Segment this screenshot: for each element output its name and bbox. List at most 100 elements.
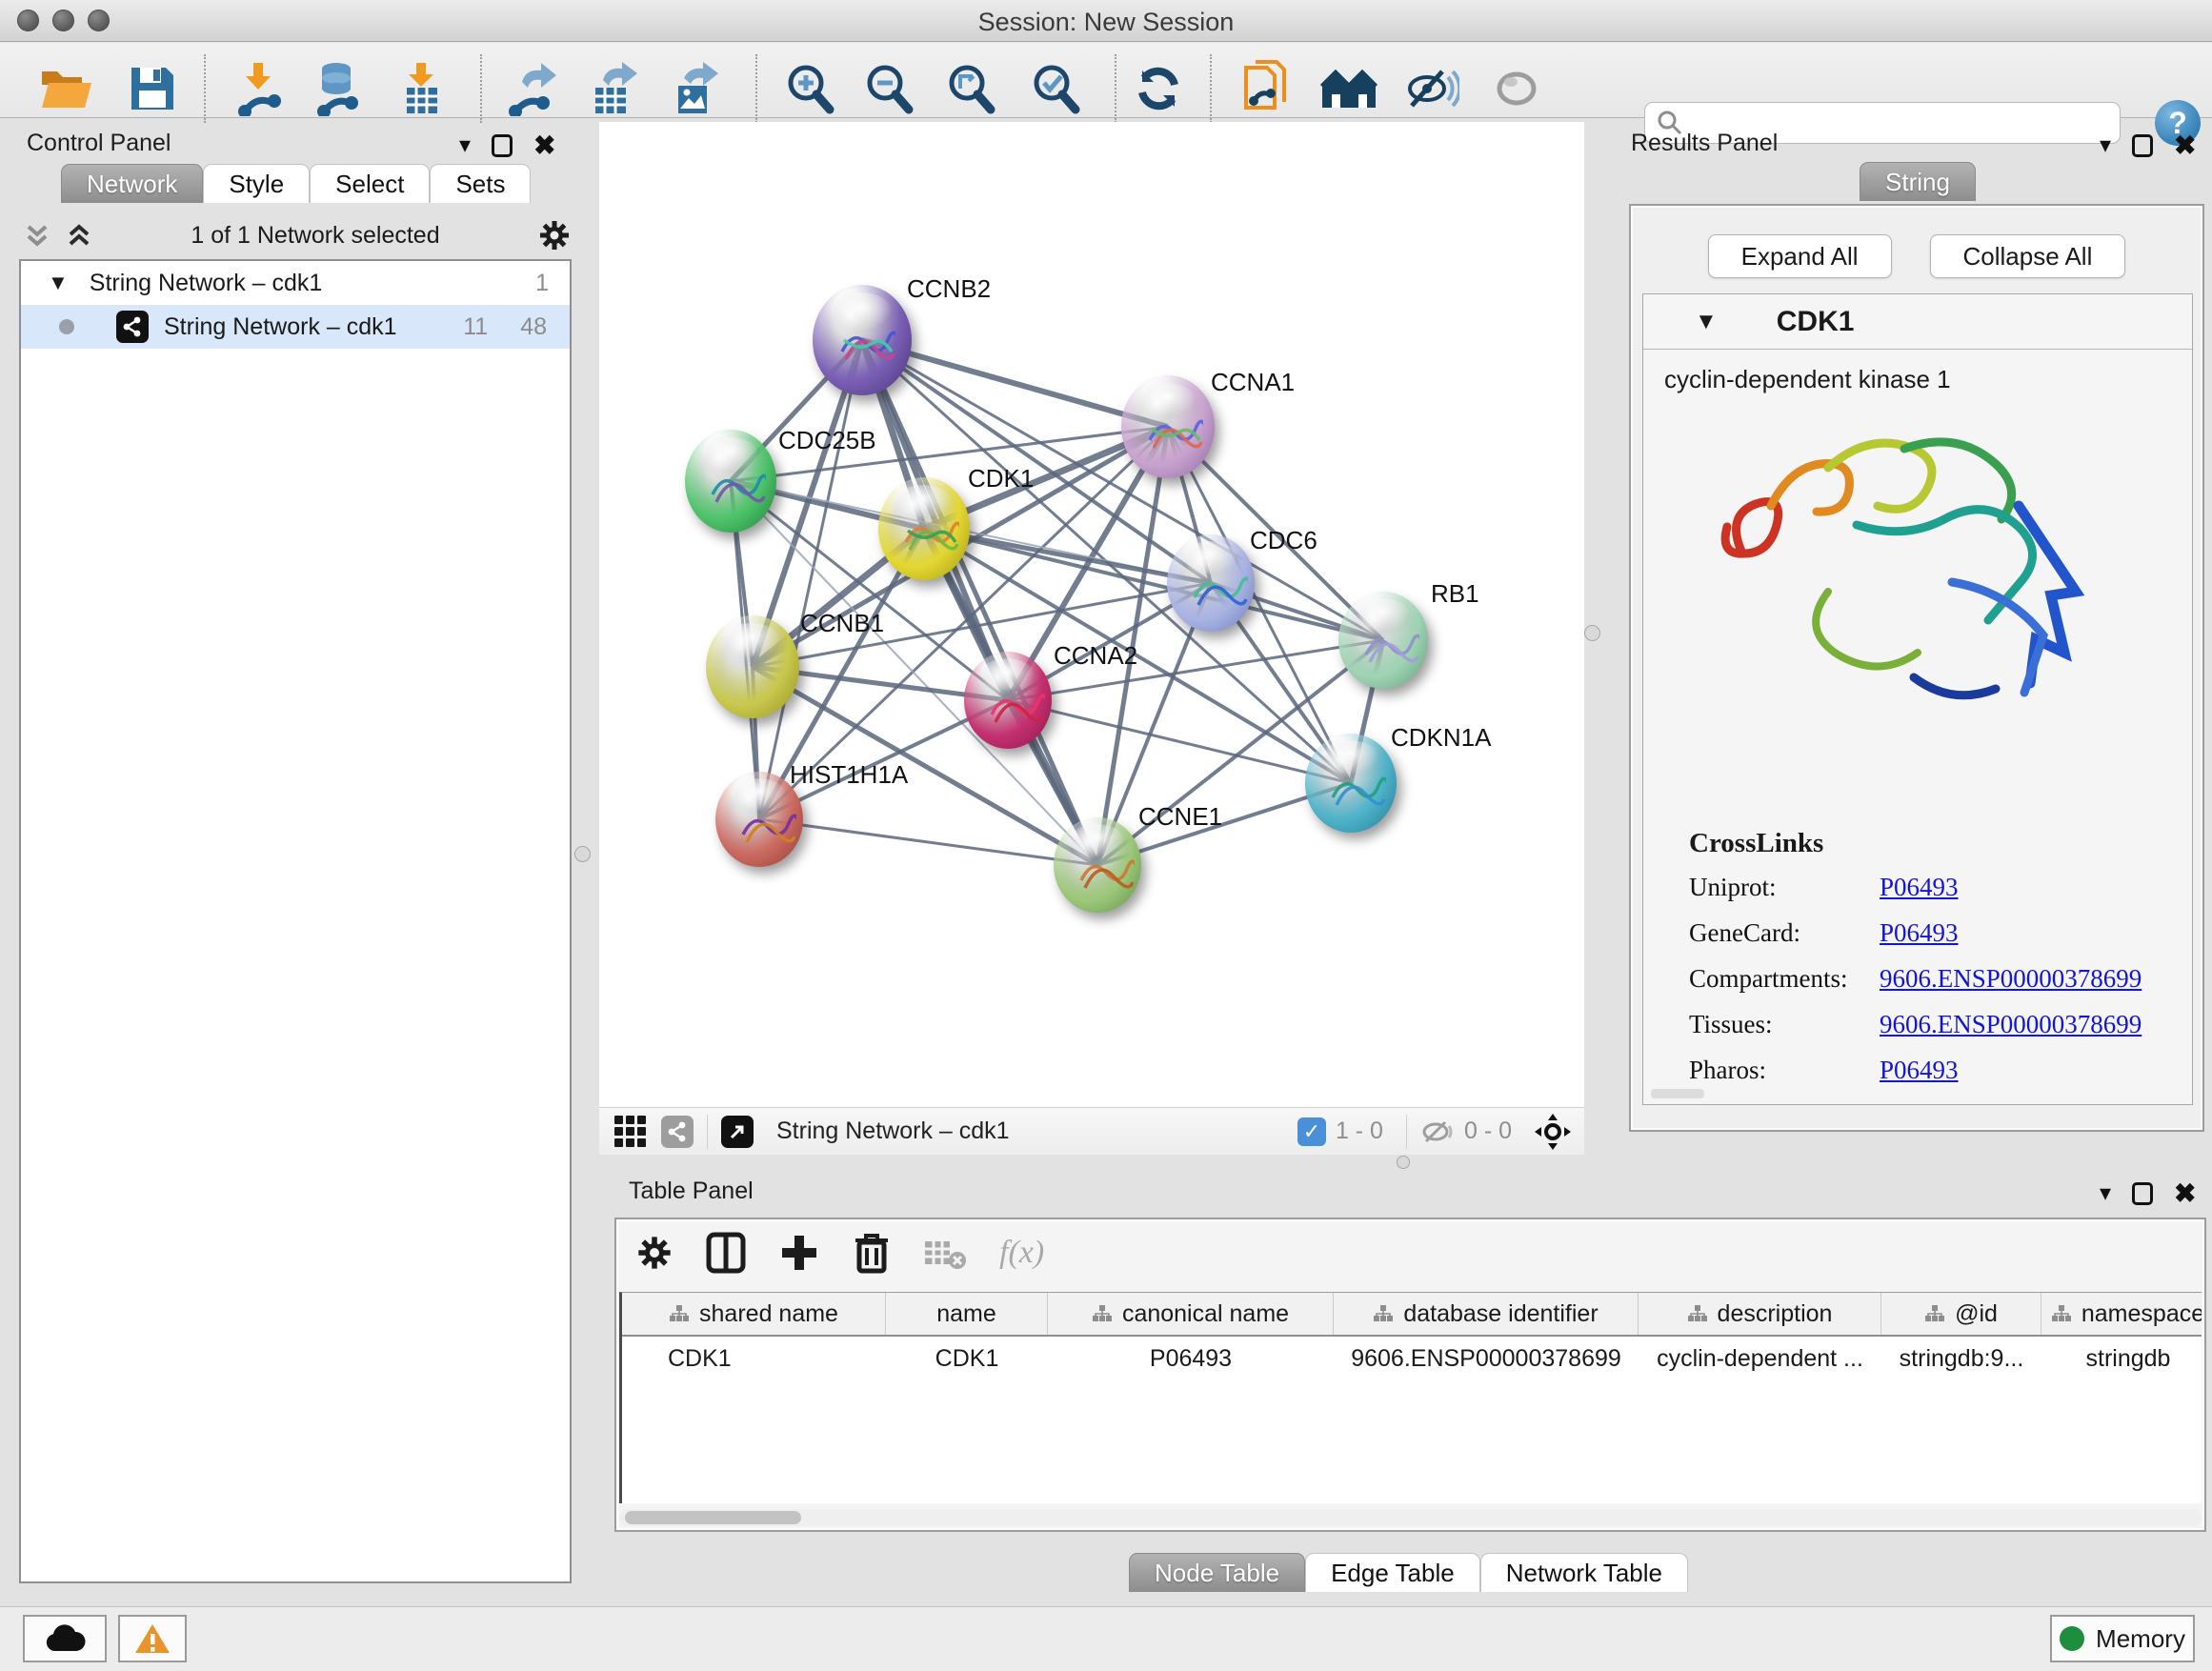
panel-float-icon[interactable]: ▾ (459, 131, 471, 159)
panel-close-icon[interactable]: ✖ (2174, 1178, 2196, 1209)
node-cdc25b[interactable] (685, 430, 776, 533)
toolbar-divider (755, 54, 757, 123)
control-panel-title: Control Panel (27, 130, 171, 157)
zoom-selected-button[interactable] (1025, 58, 1086, 119)
home-networks-button[interactable] (1319, 58, 1380, 119)
network-edge[interactable] (759, 819, 1097, 865)
clone-network-button[interactable] (1237, 58, 1297, 119)
node-ccnb2[interactable] (813, 285, 912, 395)
node-ccna2[interactable] (964, 652, 1052, 749)
panel-close-icon[interactable]: ✖ (2174, 130, 2196, 161)
tab-sets[interactable]: Sets (430, 164, 531, 203)
table-cell: CDK1 (886, 1337, 1048, 1380)
zoom-in-button[interactable] (779, 58, 840, 119)
node-result-header[interactable]: ▼ CDK1 (1643, 294, 2192, 350)
collapse-entry-icon[interactable]: ▼ (1695, 309, 1718, 335)
delete-column-icon[interactable] (853, 1231, 891, 1275)
network-canvas[interactable]: CCNB2CCNA1CDC25BCDK1CDC6RB1CCNB1CCNA2CDK… (599, 122, 1584, 1107)
node-rb1[interactable] (1338, 592, 1428, 689)
collapse-all-icon[interactable] (23, 221, 51, 250)
network-collection-row[interactable]: ▼ String Network – cdk1 1 (21, 261, 570, 305)
show-all-button[interactable] (1486, 58, 1547, 119)
crosslink-link[interactable]: 9606.ENSP00000378699 (1880, 964, 2142, 994)
panel-maximize-icon[interactable] (2132, 134, 2153, 157)
tab-network-table[interactable]: Network Table (1480, 1553, 1688, 1592)
tree-expand-icon[interactable]: ▼ (48, 271, 69, 295)
detach-view-icon[interactable] (721, 1116, 754, 1148)
column-header-description[interactable]: description (1639, 1293, 1881, 1335)
tab-select[interactable]: Select (310, 164, 430, 203)
node-cdc6[interactable] (1167, 534, 1255, 632)
crosslink-link[interactable]: 9606.ENSP00000378699 (1880, 1010, 2142, 1039)
import-network-database-button[interactable] (309, 58, 370, 119)
column-header-label: shared name (699, 1300, 838, 1328)
left-splitter-handle[interactable] (574, 846, 591, 862)
zoom-fit-button[interactable] (940, 58, 1001, 119)
panel-float-icon[interactable]: ▾ (2100, 131, 2111, 159)
crosslink-link[interactable]: P06493 (1880, 873, 1959, 902)
node-cdkn1a[interactable] (1305, 734, 1397, 833)
node-ccna1[interactable] (1121, 375, 1215, 478)
birdseye-grid-icon[interactable] (614, 1116, 646, 1147)
save-session-button[interactable] (122, 58, 183, 119)
column-header-database-identifier[interactable]: database identifier (1334, 1293, 1639, 1335)
tab-node-table[interactable]: Node Table (1129, 1553, 1305, 1592)
horizontal-splitter-handle[interactable] (1397, 1156, 1410, 1169)
results-scrollbar[interactable] (1651, 1089, 1704, 1098)
node-cdk1[interactable] (878, 477, 970, 580)
string-badge-icon[interactable] (661, 1116, 694, 1148)
import-network-file-button[interactable] (229, 58, 290, 119)
table-hscrollbar[interactable] (619, 1509, 2202, 1526)
open-session-button[interactable] (36, 58, 97, 119)
crosslink-row: GeneCard:P06493 (1689, 918, 2142, 948)
node-label: CDC6 (1250, 526, 1317, 555)
zoom-out-button[interactable] (858, 58, 919, 119)
import-table-button[interactable] (391, 58, 452, 119)
eye-slash-icon (1404, 64, 1459, 113)
column-header-canonical-name[interactable]: canonical name (1048, 1293, 1334, 1335)
panel-close-icon[interactable]: ✖ (533, 130, 555, 161)
column-header-name[interactable]: name (886, 1293, 1048, 1335)
cloud-status-button[interactable] (23, 1615, 107, 1662)
node-ccnb1[interactable] (706, 615, 799, 718)
expand-all-button[interactable]: Expand All (1708, 234, 1892, 278)
panel-float-icon[interactable]: ▾ (2100, 1179, 2111, 1207)
crosslink-link[interactable]: P06493 (1880, 918, 1959, 948)
table-row[interactable]: CDK1CDK1P064939606.ENSP00000378699cyclin… (622, 1337, 2202, 1380)
crosslink-link[interactable]: P06493 (1880, 1056, 1959, 1085)
column-header-shared-name[interactable]: shared name (622, 1293, 886, 1335)
apply-layout-button[interactable] (1128, 58, 1189, 119)
memory-button[interactable]: Memory (2050, 1615, 2195, 1662)
right-splitter-handle[interactable] (1584, 625, 1600, 641)
warning-status-button[interactable] (118, 1615, 187, 1662)
select-columns-icon[interactable] (706, 1232, 746, 1274)
export-image-button[interactable] (665, 58, 726, 119)
panel-maximize-icon[interactable] (492, 134, 513, 157)
tab-network[interactable]: Network (61, 164, 203, 203)
export-table-button[interactable] (582, 58, 643, 119)
hide-unhide-button[interactable] (1401, 58, 1462, 119)
tab-string[interactable]: String (1860, 162, 1976, 201)
node-table[interactable]: shared name namecanonical namedatabase id… (619, 1292, 2202, 1503)
add-column-icon[interactable] (778, 1232, 820, 1274)
tab-edge-table[interactable]: Edge Table (1305, 1553, 1480, 1592)
table-gear-icon[interactable] (635, 1234, 674, 1272)
panel-maximize-icon[interactable] (2132, 1182, 2153, 1205)
toolbar-divider (204, 54, 206, 123)
expand-all-icon[interactable] (65, 221, 93, 250)
network-edge[interactable] (759, 340, 862, 819)
network-edges (599, 122, 1584, 1107)
center-view-icon[interactable] (1533, 1112, 1573, 1152)
column-header-id[interactable]: @id (1881, 1293, 2041, 1335)
node-ccne1[interactable] (1054, 817, 1141, 913)
column-header-namespace[interactable]: namespace (2041, 1293, 2202, 1335)
network-row-selected[interactable]: String Network – cdk1 11 48 (21, 305, 570, 349)
gear-icon[interactable] (537, 218, 572, 252)
node-label: CCNB1 (800, 609, 884, 638)
selected-checkbox-icon[interactable]: ✓ (1297, 1117, 1326, 1146)
export-network-button[interactable] (501, 58, 562, 119)
tree-column-icon (1092, 1304, 1113, 1323)
tab-style[interactable]: Style (203, 164, 310, 203)
scrollbar-handle[interactable] (625, 1511, 801, 1524)
collapse-all-button[interactable]: Collapse All (1930, 234, 2126, 278)
